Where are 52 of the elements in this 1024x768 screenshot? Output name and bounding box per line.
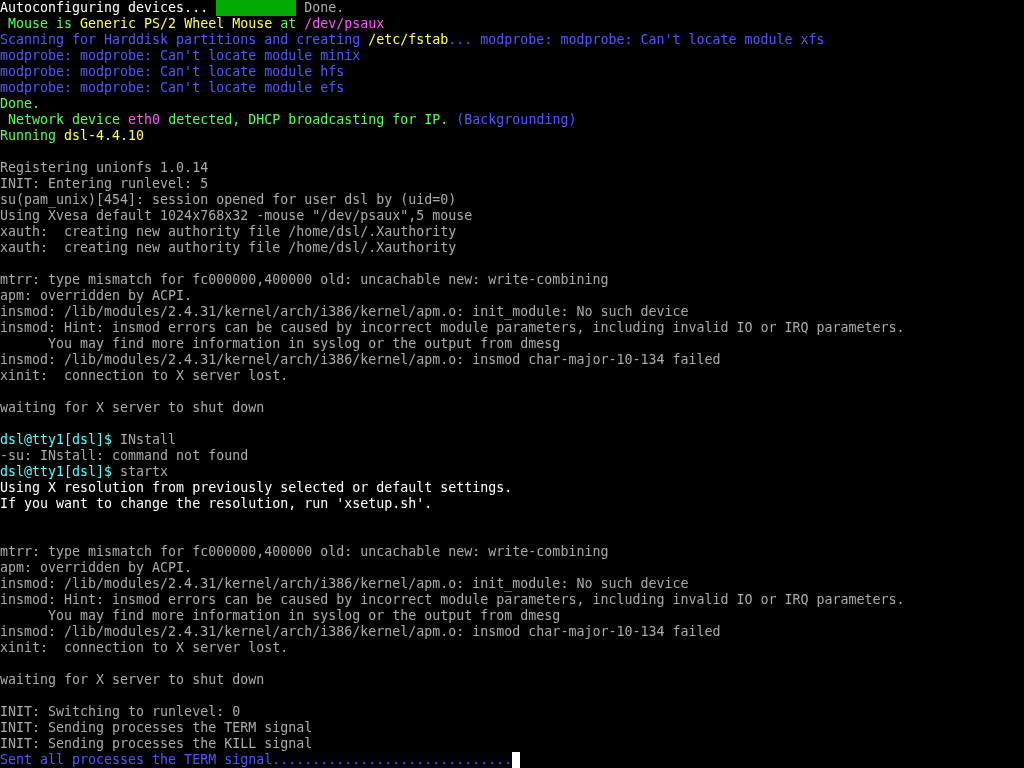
console-text: eth0 (128, 112, 161, 128)
console-text: Generic PS/2 Wheel Mouse (80, 16, 273, 32)
console-line: xinit: connection to X server lost. (0, 640, 289, 656)
console-text: dsl@tty1[dsl]$ (0, 432, 113, 448)
console-text: Mouse is (7, 16, 74, 32)
console-text: /dev/psaux (304, 16, 385, 32)
console-text: (Backgrounding) (456, 112, 577, 128)
console-line: xinit: connection to X server lost. (0, 368, 289, 384)
console-line: insmod: Hint: insmod errors can be caused by incorrect module parameters, including invalid IO or IRQ parameters. (0, 320, 905, 336)
console-text: Network device (7, 112, 122, 128)
console-line: insmod: /lib/modules/2.4.31/kernel/arch/i386/kernel/apm.o: insmod char-major-10-134 failed (0, 624, 721, 640)
console-line: You may find more information in syslog or the output from dmesg (47, 608, 561, 624)
console-text: Autoconfiguring devices... (0, 0, 210, 16)
console-text: Scanning for Harddisk partitions and creating (0, 32, 362, 48)
console-line: apm: overridden by ACPI. (0, 560, 193, 576)
console-line: INIT: Switching to runlevel: 0 (0, 704, 241, 720)
console-line: insmod: /lib/modules/2.4.31/kernel/arch/i386/kernel/apm.o: init_module: No such device (0, 576, 689, 592)
console-line: insmod: /lib/modules/2.4.31/kernel/arch/i386/kernel/apm.o: insmod char-major-10-134 failed (0, 352, 721, 368)
console-line: waiting for X server to shut down (0, 400, 265, 416)
console-line: mtrr: type mismatch for fc000000,400000 old: uncachable new: write-combining (0, 272, 609, 288)
console-line: Done. (0, 96, 41, 112)
console-line: insmod: Hint: insmod errors can be caused by incorrect module parameters, including invalid IO or IRQ parameters. (0, 592, 905, 608)
console-line: su(pam_unix)[454]: session opened for user dsl by (uid=0) (0, 192, 457, 208)
console-line: mtrr: type mismatch for fc000000,400000 old: uncachable new: write-combining (0, 544, 609, 560)
console-line: modprobe: modprobe: Can't locate module hfs (0, 64, 345, 80)
console-line: You may find more information in syslog or the output from dmesg (47, 336, 561, 352)
console-text: dsl-4.4.10 (64, 128, 145, 144)
console-line: xauth: creating new authority file /home/dsl/.Xauthority (0, 240, 457, 256)
console-line: Using X resolution from previously selected or default settings. (0, 480, 513, 496)
console-line: waiting for X server to shut down (0, 672, 265, 688)
console-text: at (279, 16, 298, 32)
console-text: startx (119, 464, 169, 480)
console-text: Done. (303, 0, 345, 16)
console-line: xauth: creating new authority file /home/dsl/.Xauthority (0, 224, 457, 240)
console-line: modprobe: modprobe: Can't locate module minix (0, 48, 361, 64)
console-line: Registering unionfs 1.0.14 (0, 160, 209, 176)
console-line: apm: overridden by ACPI. (0, 288, 193, 304)
console-text: Running (0, 128, 58, 144)
console-line: INIT: Sending processes the TERM signal (0, 720, 313, 736)
console-text: Sent all processes the TERM signal.............................. (0, 752, 513, 768)
console-text: detected, DHCP broadcasting for IP. (167, 112, 450, 128)
console-line: Using Xvesa default 1024x768x32 -mouse "/dev/psaux",5 mouse (0, 208, 473, 224)
console-text: ... modprobe: modprobe: Can't locate module xfs (448, 32, 825, 48)
console-text: INstall (119, 432, 177, 448)
console-line: insmod: /lib/modules/2.4.31/kernel/arch/i386/kernel/apm.o: init_module: No such device (0, 304, 689, 320)
console-line: INIT: Entering runlevel: 5 (0, 176, 209, 192)
console-text: /etc/fstab (368, 32, 449, 48)
console-line: -su: INstall: command not found (0, 448, 249, 464)
console-text: dsl@tty1[dsl]$ (0, 464, 113, 480)
console-line: modprobe: modprobe: Can't locate module efs (0, 80, 345, 96)
console-line: If you want to change the resolution, run 'xsetup.sh'. (0, 496, 433, 512)
console-line: INIT: Sending processes the KILL signal (0, 736, 313, 752)
